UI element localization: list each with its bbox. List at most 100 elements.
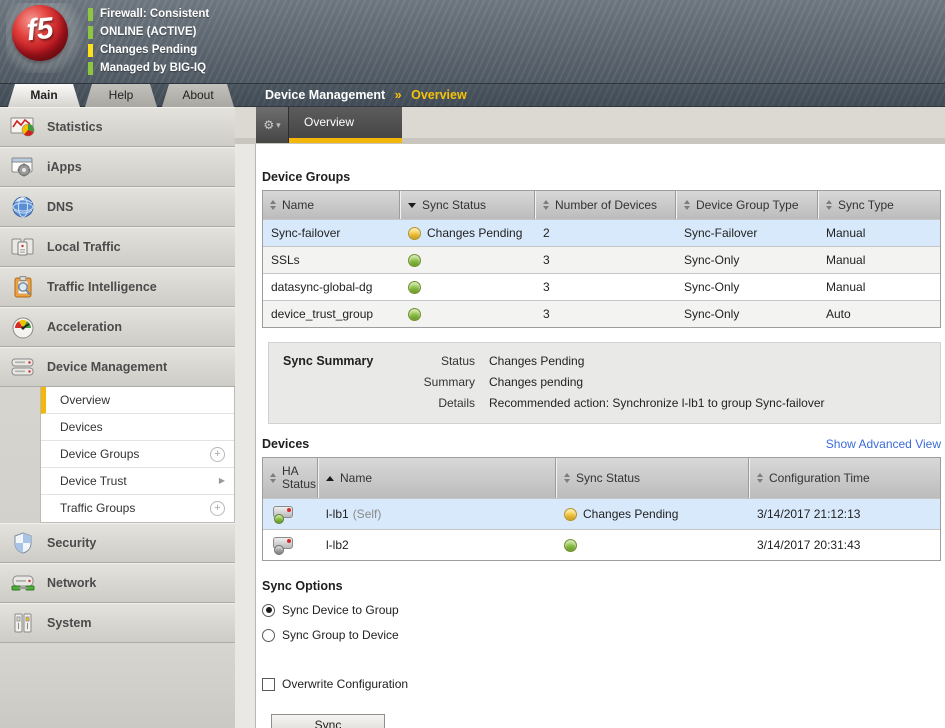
radio-button-icon[interactable] (262, 629, 275, 642)
column-header-name[interactable]: Name (318, 458, 556, 498)
sidebar-item-label: Traffic Intelligence (47, 280, 157, 294)
status-led-bar (88, 62, 93, 75)
ha-status-led-icon (274, 545, 284, 555)
tab-overview[interactable]: Overview (289, 107, 402, 143)
status-led-icon (564, 508, 577, 521)
status-label: Managed by BIG-IQ (100, 62, 206, 74)
group-name: Sync-failover (263, 220, 400, 246)
tab-about[interactable]: About (162, 84, 234, 107)
sidebar-item-dns[interactable]: DNS (0, 187, 235, 227)
table-row[interactable]: l-lb1 (Self) Changes Pending 3/14/2017 2… (263, 498, 940, 529)
gear-icon: ⚙ (263, 118, 274, 132)
sidebar-item-acceleration[interactable]: Acceleration (0, 307, 235, 347)
device-groups-header: Name Sync Status Number of Devices Devic… (263, 191, 940, 219)
radio-button-icon[interactable] (262, 604, 275, 617)
sidebar-item-network[interactable]: Network (0, 563, 235, 603)
sidebar-item-system[interactable]: System (0, 603, 235, 643)
field-value: Changes Pending (489, 354, 930, 368)
breadcrumb-separator-icon: » (395, 88, 402, 102)
table-row[interactable]: device_trust_group 3 Sync-Only Auto (263, 300, 940, 327)
tab-help[interactable]: Help (85, 84, 157, 107)
group-name: datasync-global-dg (263, 274, 400, 300)
f5-logo: f5 (6, 3, 86, 73)
column-header-configuration-time[interactable]: Configuration Time (749, 458, 942, 498)
device-name: l-lb2 (326, 538, 349, 552)
sort-icon (826, 200, 832, 210)
radio-label: Sync Device to Group (282, 603, 399, 617)
options-gear-button[interactable]: ⚙ ▾ (256, 107, 289, 143)
sidebar-item-label: Acceleration (47, 320, 122, 334)
configuration-time: 3/14/2017 21:12:13 (749, 499, 942, 529)
table-row[interactable]: datasync-global-dg 3 Sync-Only Manual (263, 273, 940, 300)
sort-asc-icon (326, 476, 334, 481)
sidebar-item-device-trust[interactable]: Device Trust ▶ (41, 468, 234, 495)
show-advanced-view-link[interactable]: Show Advanced View (826, 437, 941, 451)
sidebar-item-security[interactable]: Security (0, 523, 235, 563)
chevron-down-icon: ▾ (276, 120, 281, 131)
device-count: 3 (535, 301, 676, 327)
field-label: Details (411, 396, 489, 410)
table-row[interactable]: Sync-failover Changes Pending 2 Sync-Fai… (263, 219, 940, 246)
table-row[interactable]: l-lb2 3/14/2017 20:31:43 (263, 529, 940, 560)
sort-icon (564, 473, 570, 483)
column-header-device-group-type[interactable]: Device Group Type (676, 191, 818, 219)
sidebar-item-overview[interactable]: Overview (41, 387, 234, 414)
f5-logo-text: f5 (10, 10, 69, 50)
device-icon (271, 505, 295, 523)
radio-sync-group-to-device[interactable]: Sync Group to Device (262, 624, 941, 646)
add-icon[interactable]: + (210, 501, 225, 516)
sub-item-label: Devices (60, 420, 103, 434)
sidebar-item-traffic-intelligence[interactable]: Traffic Intelligence (0, 267, 235, 307)
sidebar-item-label: iApps (47, 160, 82, 174)
checkbox-icon[interactable] (262, 678, 275, 691)
column-header-sync-status[interactable]: Sync Status (400, 191, 535, 219)
column-header-name[interactable]: Name (263, 191, 400, 219)
column-header-number-of-devices[interactable]: Number of Devices (535, 191, 676, 219)
status-led-icon (408, 281, 421, 294)
sidebar-item-label: Local Traffic (47, 240, 121, 254)
security-shield-icon (8, 530, 38, 556)
device-management-icon (8, 354, 38, 380)
sidebar-item-statistics[interactable]: Statistics (0, 107, 235, 147)
sidebar-item-device-groups[interactable]: Device Groups + (41, 441, 234, 468)
sidebar-item-label: Device Management (47, 360, 167, 374)
content-tab-strip: ⚙ ▾ Overview (235, 107, 945, 144)
add-icon[interactable]: + (210, 447, 225, 462)
group-name: SSLs (263, 247, 400, 273)
sync-type: Manual (818, 274, 942, 300)
status-led-bar (88, 8, 93, 21)
sort-icon (270, 473, 276, 483)
device-icon (271, 536, 295, 554)
checkbox-overwrite-configuration[interactable]: Overwrite Configuration (262, 673, 941, 695)
sort-desc-icon (408, 203, 416, 208)
status-changes-pending: Changes Pending (88, 41, 209, 59)
column-header-sync-type[interactable]: Sync Type (818, 191, 942, 219)
status-led-icon (564, 539, 577, 552)
sort-icon (757, 473, 763, 483)
sidebar-item-devices[interactable]: Devices (41, 414, 234, 441)
sync-type: Manual (818, 247, 942, 273)
statistics-icon (8, 114, 38, 140)
system-icon (8, 610, 38, 636)
sort-icon (543, 200, 549, 210)
status-led-bar (88, 44, 93, 57)
sidebar-item-local-traffic[interactable]: Local Traffic (0, 227, 235, 267)
sidebar-item-label: Security (47, 536, 96, 550)
column-header-ha-status[interactable]: HA Status (263, 458, 318, 498)
sync-summary-panel: Sync Summary Status Changes Pending Summ… (268, 342, 941, 424)
status-led-icon (408, 254, 421, 267)
field-value: Recommended action: Synchronize l-lb1 to… (489, 396, 930, 410)
sidebar-item-traffic-groups[interactable]: Traffic Groups + (41, 495, 234, 522)
group-name: device_trust_group (263, 301, 400, 327)
device-groups-table: Name Sync Status Number of Devices Devic… (262, 190, 941, 328)
main-panel: Device Groups Name Sync Status Number of… (255, 144, 945, 728)
table-row[interactable]: SSLs 3 Sync-Only Manual (263, 246, 940, 273)
radio-sync-device-to-group[interactable]: Sync Device to Group (262, 599, 941, 621)
sidebar-item-device-management[interactable]: Device Management (0, 347, 235, 387)
sidebar-item-iapps[interactable]: iApps (0, 147, 235, 187)
column-header-sync-status[interactable]: Sync Status (556, 458, 749, 498)
tab-main[interactable]: Main (8, 84, 80, 107)
dns-globe-icon (8, 194, 38, 220)
sync-button[interactable]: Sync (271, 714, 385, 728)
sort-icon (270, 200, 276, 210)
